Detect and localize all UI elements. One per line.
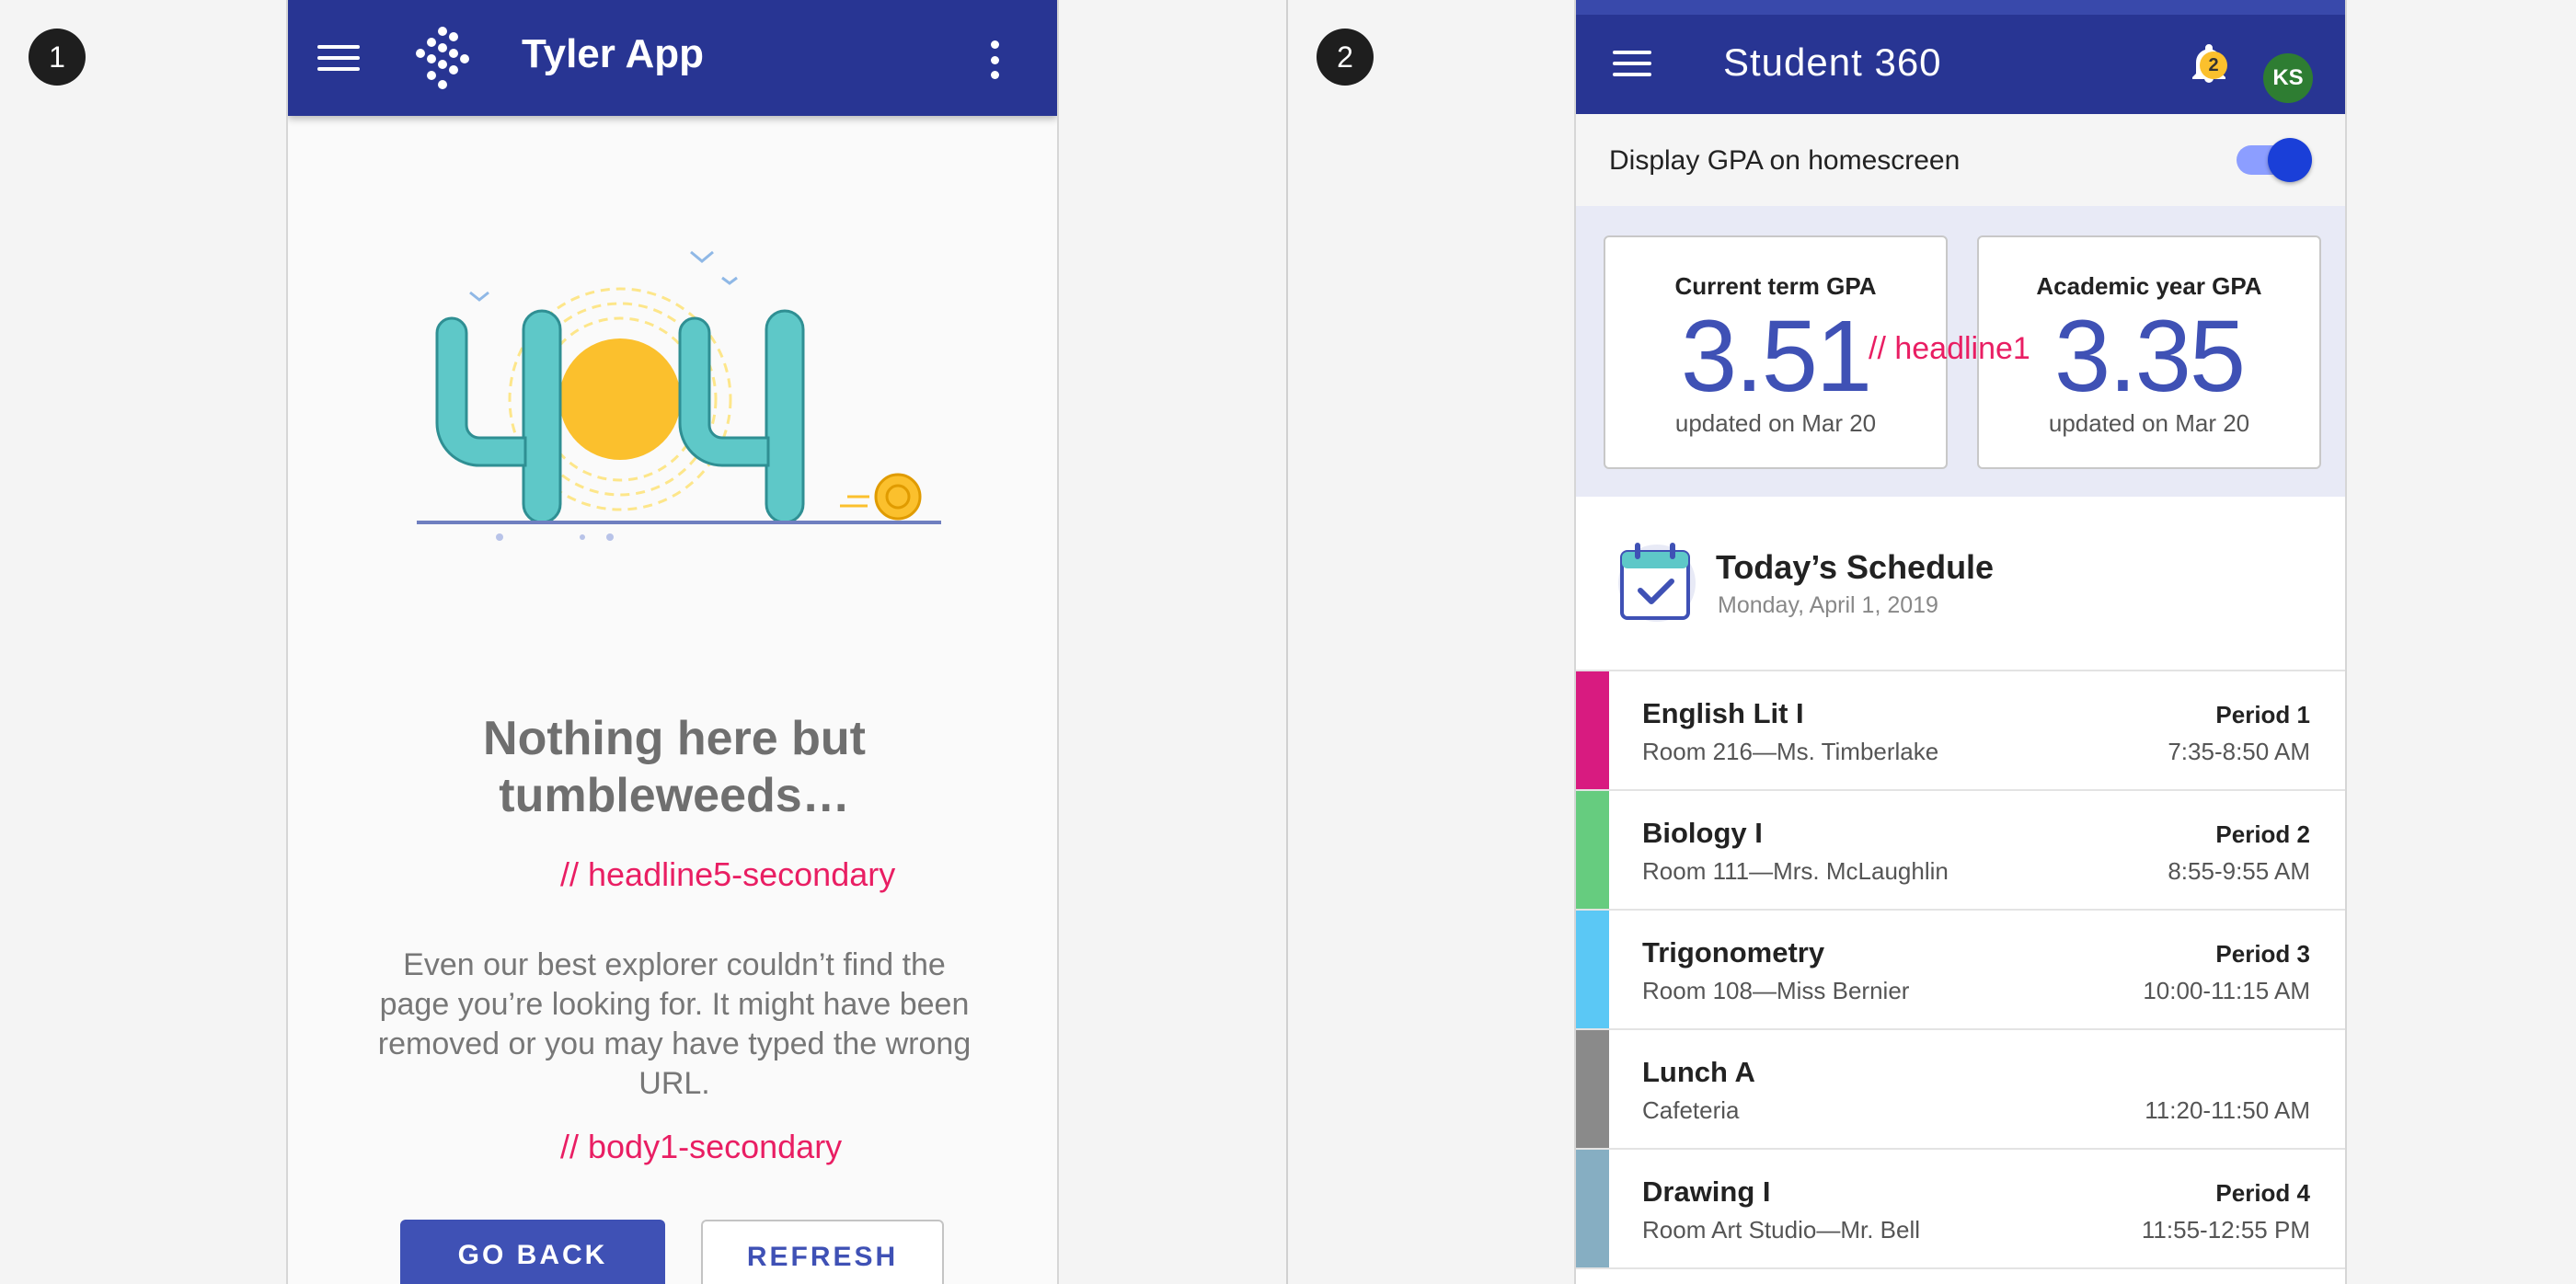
class-room: Room 216—Ms. Timberlake <box>1642 738 1939 765</box>
class-time: 10:00-11:15 AM <box>2143 977 2310 1004</box>
app-title: Tyler App <box>522 31 705 76</box>
error-screen: Tyler App Nothing here but tumbleweeds… … <box>286 0 1059 1284</box>
gpa-panel: Current term GPA 3.51 updated on Mar 20 … <box>1576 206 2345 497</box>
body-style-annotation: // body1-secondary <box>560 1128 843 1165</box>
class-row[interactable]: Lunch A Cafeteria 11:20-11:50 AM <box>1576 1030 2345 1150</box>
class-row[interactable]: Drawing I Room Art Studio—Mr. Bell Period … <box>1576 1150 2345 1269</box>
hamburger-menu-icon[interactable] <box>1613 44 1651 83</box>
class-time: 11:55-12:55 PM <box>2141 1216 2310 1244</box>
schedule-header: Today’s Schedule Monday, April 1, 2019 <box>1576 497 2345 671</box>
gpa-updated: updated on Mar 20 <box>2048 409 2250 437</box>
calendar-check-icon <box>1618 543 1696 622</box>
class-row[interactable]: English Lit I Room 216—Ms. Timberlake Peri… <box>1576 671 2345 791</box>
class-period: Period 4 <box>2215 1179 2310 1207</box>
notification-count-badge: 2 <box>2200 52 2227 79</box>
app-bar: Student 360 2 KS <box>1576 15 2345 114</box>
error-headline: Nothing here but tumbleweeds… <box>483 712 866 822</box>
user-avatar[interactable]: KS <box>2263 53 2313 103</box>
headline-style-annotation: // headline5-secondary <box>560 855 896 893</box>
class-color-bar <box>1576 1030 1609 1148</box>
class-room: Room 111—Mrs. McLaughlin <box>1642 857 1949 885</box>
class-time: 8:55-9:55 AM <box>2168 857 2310 885</box>
class-period: Period 1 <box>2215 701 2310 728</box>
student-home-screen: Student 360 2 KS Display GPA on homescre… <box>1574 0 2347 1284</box>
tyler-logo-icon <box>416 27 469 89</box>
step-badge-2: 2 <box>1317 29 1374 86</box>
hamburger-menu-icon[interactable] <box>317 37 360 79</box>
class-color-bar <box>1576 791 1609 909</box>
class-color-bar <box>1576 911 1609 1028</box>
class-room: Cafeteria <box>1642 1096 1740 1124</box>
app-title: Student 360 <box>1723 40 1942 84</box>
class-time: 11:20-11:50 AM <box>2145 1096 2310 1124</box>
schedule-title: Today’s Schedule <box>1716 548 1995 586</box>
toggle-knob[interactable] <box>2268 138 2312 182</box>
class-time: 7:35-8:50 AM <box>2168 738 2310 765</box>
gpa-updated: updated on Mar 20 <box>1674 409 1877 437</box>
gpa-label: Academic year GPA <box>2036 272 2262 300</box>
class-room: Room Art Studio—Mr. Bell <box>1642 1216 1920 1244</box>
gpa-toggle-row: Display GPA on homescreen <box>1576 114 2345 206</box>
class-name: Trigonometry <box>1642 936 1825 969</box>
tumbleweed-illustration <box>417 250 941 541</box>
class-name: Lunch A <box>1642 1056 1755 1088</box>
class-row[interactable]: Trigonometry Room 108—Miss Bernier Period … <box>1576 911 2345 1030</box>
error-body-text: Even our best explorer couldn’t find the… <box>377 947 972 1101</box>
refresh-button[interactable]: REFRESH <box>701 1220 944 1284</box>
gpa-label: Current term GPA <box>1674 272 1877 300</box>
class-color-bar <box>1576 671 1609 789</box>
step-badge-1: 1 <box>29 29 86 86</box>
class-room: Room 108—Miss Bernier <box>1642 977 1910 1004</box>
gpa-style-annotation: // headline1 <box>1869 331 2030 366</box>
go-back-button[interactable]: GO BACK <box>400 1220 665 1284</box>
panel-divider <box>1286 0 1288 1284</box>
app-bar: Tyler App <box>288 0 1057 116</box>
class-name: Biology I <box>1642 817 1763 849</box>
class-name: Drawing I <box>1642 1175 1771 1208</box>
class-name: English Lit I <box>1642 697 1804 729</box>
class-period: Period 3 <box>2215 940 2310 968</box>
more-vert-icon[interactable] <box>989 40 1000 79</box>
class-color-bar <box>1576 1150 1609 1267</box>
class-row[interactable]: Biology I Room 111—Mrs. McLaughlin Period … <box>1576 791 2345 911</box>
status-bar <box>1576 0 2345 15</box>
gpa-toggle-label: Display GPA on homescreen <box>1609 145 1961 176</box>
class-list: English Lit I Room 216—Ms. Timberlake Peri… <box>1576 671 2345 1269</box>
class-period: Period 2 <box>2215 820 2310 848</box>
schedule-date: Monday, April 1, 2019 <box>1718 592 1938 618</box>
